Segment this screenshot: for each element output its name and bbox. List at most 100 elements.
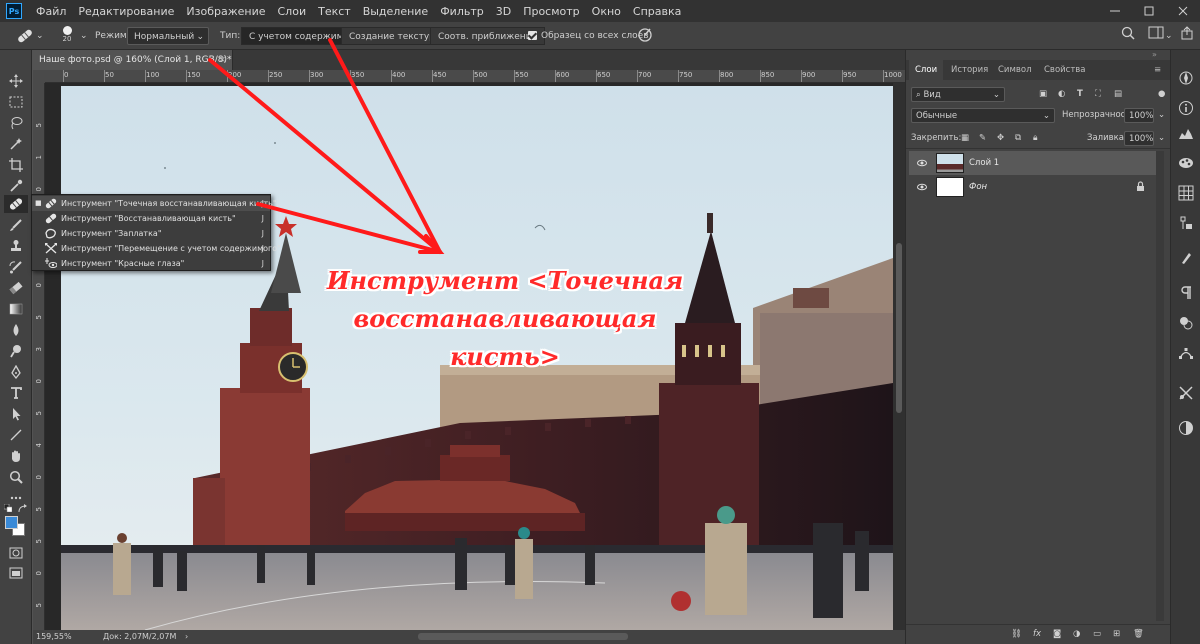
tab-history[interactable]: История: [951, 60, 988, 80]
flyout-item-healing-brush[interactable]: Инструмент "Восстанавливающая кисть" J: [32, 211, 270, 226]
chevron-down-icon[interactable]: ⌄: [80, 27, 88, 45]
workspace-icon[interactable]: [1148, 26, 1164, 44]
history-brush-tool-icon[interactable]: [4, 258, 28, 276]
menu-type[interactable]: Текст: [312, 5, 357, 18]
chevron-down-icon[interactable]: ⌄: [36, 27, 44, 45]
document-tab[interactable]: Наше фото.psd @ 160% (Слой 1, RGB/8)* ×: [33, 50, 233, 70]
tool-presets-icon[interactable]: [1178, 385, 1194, 401]
magic-wand-tool-icon[interactable]: [4, 135, 28, 153]
clone-stamp-tool-icon[interactable]: [4, 237, 28, 255]
quick-mask-icon[interactable]: [4, 544, 28, 562]
foreground-color-swatch[interactable]: [5, 516, 18, 529]
chevron-down-icon[interactable]: ⌄: [1158, 108, 1165, 123]
tab-properties[interactable]: Свойства: [1044, 60, 1086, 80]
lock-artboard-icon[interactable]: ⧉: [1015, 131, 1021, 146]
horizontal-scrollbar-thumb[interactable]: [418, 633, 628, 640]
brush-size-picker[interactable]: 20: [58, 24, 76, 43]
brush-settings-icon[interactable]: [1178, 250, 1194, 266]
close-icon[interactable]: [1166, 0, 1200, 22]
search-icon[interactable]: [1121, 26, 1135, 44]
link-layers-icon[interactable]: ⛓: [1011, 627, 1023, 639]
zoom-level[interactable]: 159,55%: [36, 632, 72, 641]
healing-brush-preset-icon[interactable]: [14, 27, 36, 45]
menu-file[interactable]: Файл: [30, 5, 72, 18]
flyout-item-red-eye[interactable]: Инструмент "Красные глаза" J: [32, 256, 270, 271]
type-tool-icon[interactable]: [4, 384, 28, 402]
brush-tool-icon[interactable]: [4, 216, 28, 234]
opacity-input[interactable]: 100%: [1124, 108, 1154, 123]
line-tool-icon[interactable]: [4, 426, 28, 444]
crop-tool-icon[interactable]: [4, 156, 28, 174]
move-tool-icon[interactable]: [4, 72, 28, 90]
chevron-down-icon[interactable]: ⌄: [1158, 131, 1165, 146]
menu-image[interactable]: Изображение: [180, 5, 271, 18]
fx-icon[interactable]: fx: [1033, 627, 1045, 639]
dodge-tool-icon[interactable]: [4, 342, 28, 360]
eyedropper-tool-icon[interactable]: [4, 177, 28, 195]
vertical-scrollbar[interactable]: [893, 83, 905, 630]
add-mask-icon[interactable]: ◙: [1053, 627, 1065, 639]
menu-help[interactable]: Справка: [627, 5, 687, 18]
tab-layers[interactable]: Слои: [909, 60, 944, 80]
flyout-item-content-aware-move[interactable]: Инструмент "Перемещение с учетом содержи…: [32, 241, 281, 256]
filter-adjustment-icon[interactable]: ◐: [1058, 87, 1065, 102]
histogram-icon[interactable]: [1178, 125, 1194, 141]
layers-scrollbar[interactable]: [1156, 151, 1164, 621]
menu-edit[interactable]: Редактирование: [72, 5, 180, 18]
paths-icon[interactable]: [1178, 345, 1194, 361]
eye-icon[interactable]: [917, 158, 927, 168]
new-group-icon[interactable]: ▭: [1093, 627, 1105, 639]
panel-collapse-icon[interactable]: »: [1152, 50, 1157, 59]
close-icon[interactable]: ×: [218, 50, 226, 70]
filter-shape-icon[interactable]: ⛶: [1095, 87, 1101, 102]
vertical-scrollbar-thumb[interactable]: [896, 243, 902, 413]
info-icon[interactable]: [1178, 100, 1194, 116]
document-info[interactable]: Док: 2,07M/2,07M: [103, 632, 176, 641]
horizontal-ruler[interactable]: 0 50 100 150 200 250 300 350 400 450 500 550 600 650 7…: [45, 70, 905, 83]
minimize-icon[interactable]: [1098, 0, 1132, 22]
blend-mode-select[interactable]: Обычные ⌄: [911, 108, 1055, 123]
lock-transparency-icon[interactable]: ▦: [961, 131, 969, 146]
swap-colors-icon[interactable]: [18, 504, 28, 517]
filter-smart-object-icon[interactable]: ▤: [1114, 87, 1122, 102]
clone-source-icon[interactable]: [1178, 420, 1194, 436]
new-layer-icon[interactable]: ⊞: [1113, 627, 1125, 639]
lock-pixels-icon[interactable]: ✎: [979, 131, 986, 146]
navigator-icon[interactable]: [1178, 70, 1194, 86]
menu-layers[interactable]: Слои: [272, 5, 313, 18]
marquee-tool-icon[interactable]: [4, 93, 28, 111]
sample-all-layers-checkbox[interactable]: Образец со всех слоев: [528, 27, 649, 45]
menu-view[interactable]: Просмотр: [517, 5, 585, 18]
flyout-item-spot-healing-brush[interactable]: ■ Инструмент "Точечная восстанавливающая…: [32, 196, 277, 211]
spot-healing-brush-tool-icon[interactable]: [4, 195, 28, 213]
menu-select[interactable]: Выделение: [357, 5, 435, 18]
menu-filter[interactable]: Фильтр: [434, 5, 490, 18]
paragraph-icon[interactable]: [1178, 285, 1194, 301]
eye-icon[interactable]: [917, 182, 927, 192]
swatches-icon[interactable]: [1178, 185, 1194, 201]
ruler-origin[interactable]: [33, 70, 45, 83]
eraser-tool-icon[interactable]: [4, 279, 28, 297]
hand-tool-icon[interactable]: [4, 447, 28, 465]
panel-menu-icon[interactable]: ≡: [1154, 60, 1161, 80]
vertical-ruler[interactable]: 5105205305405505: [33, 83, 45, 630]
blur-tool-icon[interactable]: [4, 321, 28, 339]
layer-filter-select[interactable]: ⌕ Вид ⌄: [911, 87, 1005, 102]
chevron-right-icon[interactable]: ›: [185, 632, 188, 641]
filter-type-icon[interactable]: T: [1077, 87, 1083, 102]
maximize-icon[interactable]: [1132, 0, 1166, 22]
filter-toggle-icon[interactable]: ●: [1158, 87, 1165, 102]
pressure-size-icon[interactable]: [637, 26, 653, 44]
zoom-tool-icon[interactable]: [4, 468, 28, 486]
fill-input[interactable]: 100%: [1124, 131, 1154, 146]
adjustments-icon[interactable]: [1178, 215, 1194, 231]
gradient-tool-icon[interactable]: [4, 300, 28, 318]
layer-row-background[interactable]: Фон: [909, 175, 1157, 199]
pen-tool-icon[interactable]: [4, 363, 28, 381]
flyout-item-patch[interactable]: Инструмент "Заплатка" J: [32, 226, 270, 241]
tab-character[interactable]: Символ: [998, 60, 1032, 80]
styles-icon[interactable]: [1178, 315, 1194, 331]
lock-all-icon[interactable]: 🔒︎: [1033, 131, 1038, 146]
default-colors-icon[interactable]: [3, 503, 13, 515]
lasso-tool-icon[interactable]: [4, 114, 28, 132]
